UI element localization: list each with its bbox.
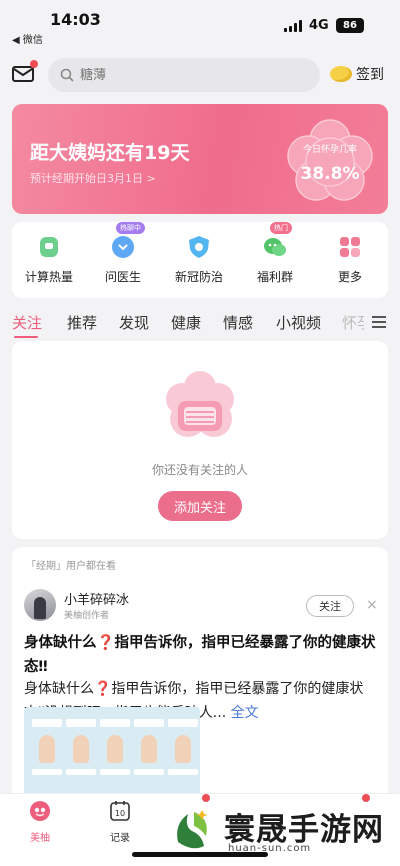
- nail-illustration: [100, 719, 130, 775]
- nail-illustration: [32, 719, 62, 775]
- post-title[interactable]: 身体缺什么❓指甲告诉你，指甲已经暴露了你的健康状态‼: [24, 631, 380, 679]
- mail-icon[interactable]: [12, 65, 34, 83]
- quick-action-label: 计算热量: [24, 270, 73, 284]
- top-header: 签到: [0, 52, 400, 98]
- doctor-chat-icon: 热聊中: [110, 222, 145, 260]
- calendar-icon: 10: [110, 801, 130, 821]
- quick-action-label: 问医生: [104, 270, 141, 284]
- nav-label: 记录: [110, 833, 130, 844]
- search-input[interactable]: [80, 67, 280, 83]
- network-type: 4G: [309, 18, 329, 33]
- empty-follow-text: 你还没有关注的人: [151, 463, 248, 477]
- signin-button[interactable]: 签到: [330, 64, 384, 84]
- period-banner[interactable]: 距大姨妈还有19天 预计经期开始日3月1日 > 今日怀孕几率 38.8%: [12, 104, 388, 214]
- tab-menu-icon[interactable]: [372, 316, 386, 328]
- search-icon: [60, 68, 74, 82]
- tab-follow[interactable]: 关注: [12, 312, 42, 333]
- period-start-date[interactable]: 预计经期开始日3月1日 >: [30, 170, 156, 186]
- nail-illustration: [66, 719, 96, 775]
- pregnancy-chance-label: 今日怀孕几率: [302, 145, 357, 155]
- add-follow-button[interactable]: 添加关注: [158, 491, 242, 521]
- nail-illustration: [134, 719, 164, 775]
- signal-icon: [284, 20, 302, 32]
- search-bar[interactable]: [48, 58, 320, 92]
- empty-box-illustration-icon: [166, 371, 234, 437]
- tab-short-video[interactable]: 小视频: [276, 312, 321, 333]
- pregnancy-chance-value: 38.8%: [300, 164, 360, 184]
- wechat-group-icon: 热门: [262, 222, 292, 260]
- period-countdown: 距大姨妈还有19天: [30, 142, 190, 164]
- battery-icon: 86: [336, 18, 364, 33]
- nav-home[interactable]: 美柚: [10, 800, 70, 844]
- feed-hint: 「经期」用户都在看: [26, 561, 116, 572]
- read-more-link[interactable]: 全文: [231, 705, 259, 721]
- tab-pregnancy[interactable]: 怀孕: [342, 312, 364, 333]
- mail-unread-dot: [30, 60, 38, 68]
- status-bar: 14:03 ◀ 微信 4G 86: [0, 0, 400, 46]
- quick-action-more[interactable]: 更多: [315, 234, 385, 285]
- nail-illustration: [168, 719, 198, 775]
- home-logo-icon: [30, 801, 50, 821]
- status-time: 14:03: [50, 10, 101, 29]
- tab-emotion[interactable]: 情感: [223, 312, 253, 333]
- active-tab-indicator: [14, 336, 38, 338]
- signin-label: 签到: [356, 67, 384, 83]
- tab-recommend[interactable]: 推荐: [67, 312, 97, 333]
- quick-actions: 计算热量 热聊中 问医生 新冠防治 热门 福利群 更多: [12, 222, 388, 298]
- tab-discover[interactable]: 发现: [119, 312, 149, 333]
- hot-tag: 热聊中: [116, 222, 145, 234]
- follow-author-button[interactable]: 关注: [306, 595, 354, 617]
- close-icon[interactable]: ×: [366, 597, 378, 613]
- quick-action-label: 新冠防治: [174, 270, 223, 284]
- quick-action-calorie[interactable]: 计算热量: [14, 234, 84, 285]
- quick-action-label: 更多: [337, 270, 362, 284]
- tab-health[interactable]: 健康: [171, 312, 201, 333]
- grid-more-icon: [337, 234, 363, 260]
- watermark-logo-icon: [166, 804, 216, 854]
- author-name[interactable]: 小羊碎碎冰: [64, 589, 129, 608]
- calculator-icon: [36, 234, 62, 260]
- nav-label: 美柚: [30, 833, 50, 844]
- quick-action-covid[interactable]: 新冠防治: [164, 234, 234, 285]
- flower-badge-icon: [287, 119, 373, 201]
- hot-tag: 热门: [270, 222, 292, 234]
- empty-follow-card: 你还没有关注的人 添加关注: [12, 341, 388, 539]
- nav-record[interactable]: 10 记录: [90, 800, 150, 844]
- quick-action-doctor[interactable]: 热聊中 问医生: [88, 222, 158, 285]
- quick-action-label: 福利群: [256, 270, 293, 284]
- coin-icon: [330, 66, 352, 82]
- avatar[interactable]: [24, 589, 56, 621]
- feed-tabs: 关注 推荐 发现 健康 情感 小视频 怀孕: [0, 306, 400, 338]
- post-thumbnail[interactable]: [24, 707, 200, 793]
- author-role: 美柚创作者: [64, 611, 110, 621]
- feed-post-card[interactable]: 「经期」用户都在看 小羊碎碎冰 美柚创作者 关注 × 身体缺什么❓指甲告诉你，指…: [12, 547, 388, 793]
- shield-icon: [186, 234, 212, 260]
- svg-text:10: 10: [115, 809, 125, 818]
- home-indicator: [132, 852, 268, 857]
- quick-action-welfare[interactable]: 热门 福利群: [240, 222, 310, 285]
- back-to-wechat[interactable]: ◀ 微信: [12, 31, 43, 46]
